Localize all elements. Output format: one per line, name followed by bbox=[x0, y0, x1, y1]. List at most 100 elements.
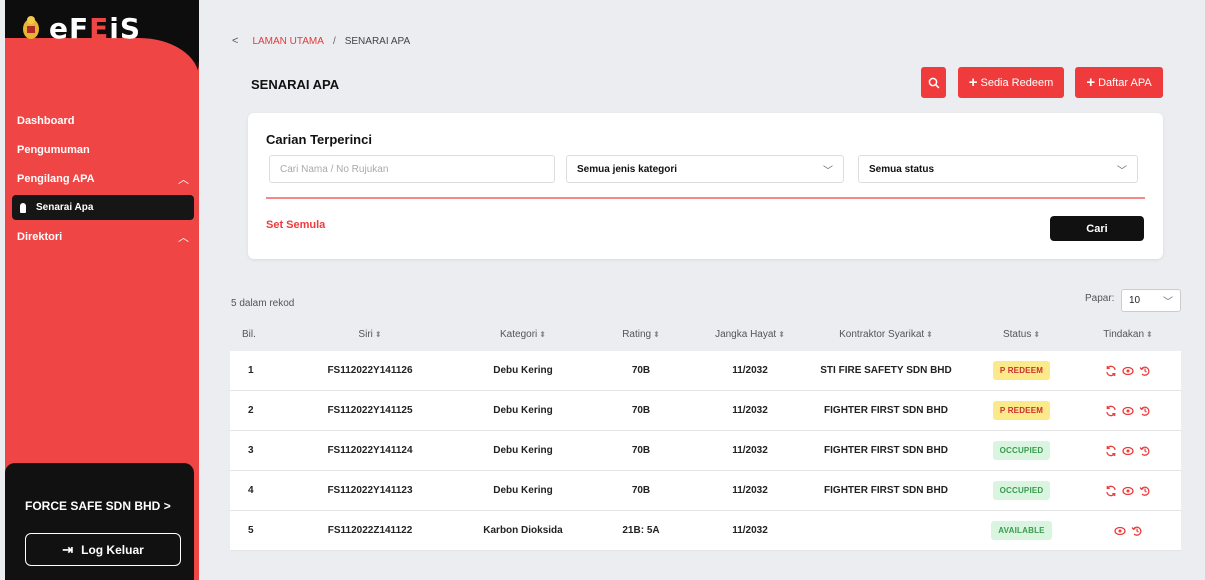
cell-status: AVAILABLE bbox=[968, 521, 1075, 540]
status-select[interactable]: Semua status ﹀ bbox=[858, 155, 1138, 183]
cell-siri: FS112022Y141125 bbox=[327, 405, 413, 416]
advanced-search-card: Carian Terperinci Semua jenis kategori ﹀… bbox=[248, 113, 1163, 259]
eye-icon[interactable] bbox=[1113, 525, 1126, 537]
sidebar-item-direktori[interactable]: Direktori ︿ bbox=[5, 222, 199, 251]
cell-siri: FS112022Y141123 bbox=[327, 485, 413, 496]
refresh-icon[interactable] bbox=[1105, 445, 1117, 457]
table-body: 1 FS112022Y141126 Debu Kering 70B 11/2032 STI… bbox=[230, 351, 1181, 551]
record-count: 5 dalam rekod bbox=[231, 298, 295, 309]
sort-icon: ⬍ bbox=[374, 330, 382, 339]
header-kategori[interactable]: Kategori ⬍ bbox=[460, 329, 586, 340]
search-card-title: Carian Terperinci bbox=[266, 132, 372, 147]
eye-icon[interactable] bbox=[1122, 405, 1134, 417]
history-icon[interactable] bbox=[1131, 525, 1143, 537]
cell-bil: 2 bbox=[248, 405, 254, 416]
app-logo: eFEiS bbox=[49, 12, 142, 45]
header-rating[interactable]: Rating ⬍ bbox=[586, 329, 696, 340]
sidebar-item-pengumuman[interactable]: Pengumuman bbox=[5, 135, 199, 164]
logout-button[interactable]: ⇥ Log Keluar bbox=[25, 533, 181, 566]
cell-rating: 21B: 5A bbox=[622, 525, 660, 536]
apa-table: Bil. Siri ⬍ Kategori ⬍ Rating ⬍ Jangka Haya… bbox=[230, 318, 1181, 551]
page-size-select[interactable]: 10 ﹀ bbox=[1121, 289, 1181, 312]
status-badge: OCCUPIED bbox=[992, 481, 1051, 500]
cell-siri: FS112022Y141126 bbox=[327, 365, 413, 376]
cell-bil: 4 bbox=[248, 485, 254, 496]
cell-kontraktor: FIGHTER FIRST SDN BHD bbox=[824, 445, 948, 456]
header-tindakan[interactable]: Tindakan ⬍ bbox=[1075, 329, 1181, 340]
cell-status: OCCUPIED bbox=[968, 481, 1075, 500]
cell-jangka-hayat: 11/2032 bbox=[732, 525, 768, 536]
cell-status: OCCUPIED bbox=[968, 441, 1075, 460]
page-title: SENARAI APA bbox=[251, 77, 340, 92]
table-row: 2 FS112022Y141125 Debu Kering 70B 11/2032 FIG… bbox=[230, 391, 1181, 431]
reset-link[interactable]: Set Semula bbox=[266, 219, 325, 231]
company-panel: FORCE SAFE SDN BHD > ⇥ Log Keluar bbox=[5, 463, 194, 580]
cell-kategori: Debu Kering bbox=[493, 365, 553, 376]
header-siri[interactable]: Siri ⬍ bbox=[280, 329, 460, 340]
cell-kategori: Debu Kering bbox=[493, 485, 553, 496]
history-icon[interactable] bbox=[1139, 485, 1151, 497]
crest-icon bbox=[23, 16, 39, 39]
back-icon[interactable]: < bbox=[232, 35, 238, 47]
cell-bil: 3 bbox=[248, 445, 254, 456]
cell-rating: 70B bbox=[631, 485, 651, 496]
sidebar: eFEiS Dashboard Pengumuman Pengilang APA… bbox=[5, 0, 199, 580]
eye-icon[interactable] bbox=[1122, 445, 1134, 457]
extinguisher-icon bbox=[20, 202, 26, 213]
cell-kontraktor: FIGHTER FIRST SDN BHD bbox=[824, 485, 948, 496]
cell-kategori: Debu Kering bbox=[493, 445, 553, 456]
chevron-down-icon: ﹀ bbox=[1117, 165, 1127, 177]
eye-icon[interactable] bbox=[1122, 485, 1134, 497]
cell-jangka-hayat: 11/2032 bbox=[732, 485, 768, 496]
cell-jangka-hayat: 11/2032 bbox=[732, 405, 768, 416]
header-kontraktor[interactable]: Kontraktor Syarikat ⬍ bbox=[804, 329, 968, 340]
company-switcher[interactable]: FORCE SAFE SDN BHD > bbox=[25, 499, 171, 513]
daftar-apa-button[interactable]: + Daftar APA bbox=[1075, 67, 1163, 98]
sidebar-item-pengilang-apa[interactable]: Pengilang APA ︿ bbox=[5, 164, 199, 193]
cell-actions bbox=[1075, 365, 1181, 377]
chevron-up-icon: ︿ bbox=[178, 173, 189, 186]
sedia-redeem-button[interactable]: + Sedia Redeem bbox=[958, 67, 1064, 98]
search-name-field[interactable] bbox=[269, 155, 555, 183]
table-row: 5 FS112022Z141122 Karbon Dioksida 21B: 5A 11… bbox=[230, 511, 1181, 551]
chevron-down-icon: ﹀ bbox=[823, 165, 833, 177]
search-input[interactable] bbox=[280, 163, 544, 175]
refresh-icon[interactable] bbox=[1105, 405, 1117, 417]
header-jangka-hayat[interactable]: Jangka Hayat ⬍ bbox=[696, 329, 804, 340]
breadcrumb-home[interactable]: LAMAN UTAMA bbox=[252, 36, 324, 47]
table-header: Bil. Siri ⬍ Kategori ⬍ Rating ⬍ Jangka Haya… bbox=[230, 318, 1181, 351]
sort-icon: ⬍ bbox=[926, 330, 933, 339]
sort-icon: ⬍ bbox=[1146, 330, 1153, 339]
cell-actions bbox=[1075, 525, 1181, 537]
sidebar-item-senarai-apa[interactable]: Senarai Apa bbox=[12, 195, 194, 220]
cell-jangka-hayat: 11/2032 bbox=[732, 445, 768, 456]
category-select[interactable]: Semua jenis kategori ﹀ bbox=[566, 155, 844, 183]
history-icon[interactable] bbox=[1139, 365, 1151, 377]
breadcrumb: < LAMAN UTAMA / SENARAI APA bbox=[232, 35, 410, 47]
cell-actions bbox=[1075, 485, 1181, 497]
refresh-icon[interactable] bbox=[1105, 485, 1117, 497]
cell-jangka-hayat: 11/2032 bbox=[732, 365, 768, 376]
history-icon[interactable] bbox=[1139, 405, 1151, 417]
chevron-up-icon: ︿ bbox=[178, 231, 189, 244]
logout-icon: ⇥ bbox=[62, 541, 74, 557]
header-status[interactable]: Status ⬍ bbox=[968, 329, 1075, 340]
toggle-search-button[interactable] bbox=[921, 67, 946, 98]
search-submit-button[interactable]: Cari bbox=[1050, 216, 1144, 241]
cell-kontraktor: FIGHTER FIRST SDN BHD bbox=[824, 405, 948, 416]
sidebar-item-dashboard[interactable]: Dashboard bbox=[5, 106, 199, 135]
cell-kategori: Karbon Dioksida bbox=[483, 525, 563, 536]
sort-icon: ⬍ bbox=[653, 330, 660, 339]
table-row: 4 FS112022Y141123 Debu Kering 70B 11/2032 FIG… bbox=[230, 471, 1181, 511]
sidebar-nav: Dashboard Pengumuman Pengilang APA ︿ Sena… bbox=[5, 106, 199, 251]
eye-icon[interactable] bbox=[1122, 365, 1134, 377]
sort-icon: ⬍ bbox=[1033, 330, 1041, 339]
table-row: 3 FS112022Y141124 Debu Kering 70B 11/2032 FIG… bbox=[230, 431, 1181, 471]
status-badge: AVAILABLE bbox=[991, 521, 1052, 540]
cell-bil: 1 bbox=[248, 365, 254, 376]
cell-status: P REDEEM bbox=[968, 361, 1075, 380]
history-icon[interactable] bbox=[1139, 445, 1151, 457]
refresh-icon[interactable] bbox=[1105, 365, 1117, 377]
sort-icon: ⬍ bbox=[778, 330, 785, 339]
cell-siri: FS112022Z141122 bbox=[327, 525, 413, 536]
